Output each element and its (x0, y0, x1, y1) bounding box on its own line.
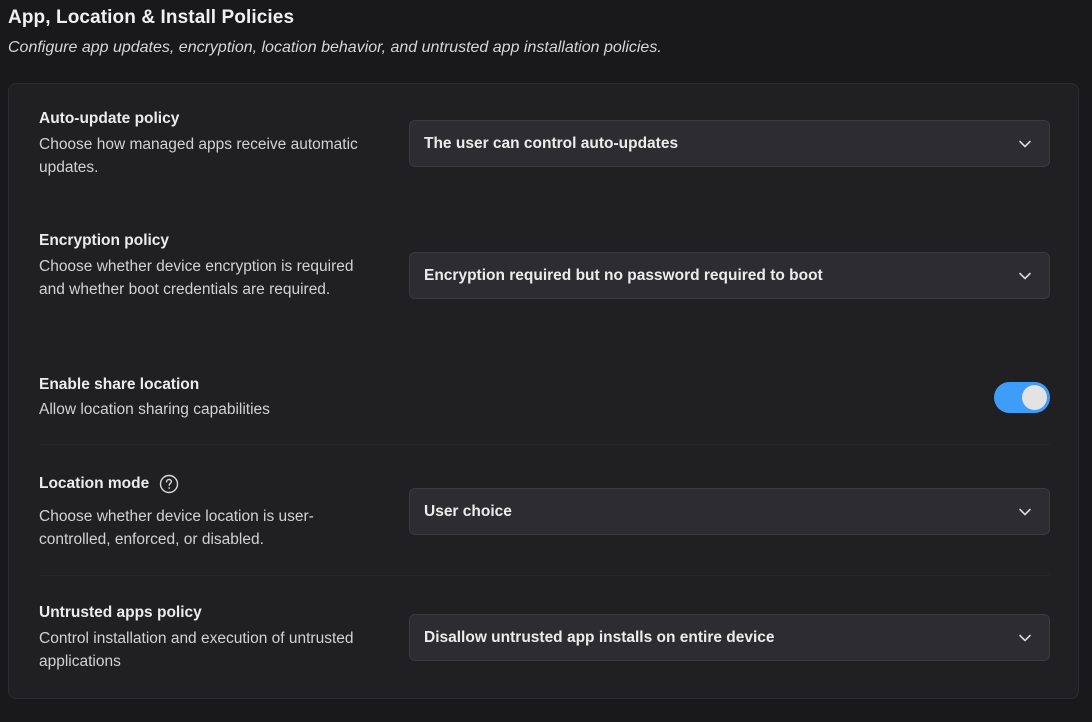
share-location-toggle[interactable] (994, 382, 1050, 413)
page-title: App, Location & Install Policies (8, 7, 295, 28)
chevron-down-icon (1018, 631, 1032, 645)
encryption-policy-row: Encryption policy Choose whether device … (39, 230, 1050, 320)
untrusted-apps-policy-value: Disallow untrusted app installs on entir… (424, 628, 775, 646)
auto-update-policy-select[interactable]: The user can control auto-updates (409, 120, 1050, 167)
encryption-policy-select[interactable]: Encryption required but no password requ… (409, 252, 1050, 299)
untrusted-apps-policy-select[interactable]: Disallow untrusted app installs on entir… (409, 614, 1050, 661)
divider (39, 444, 1050, 445)
encryption-policy-description: Choose whether device encryption is requ… (39, 258, 354, 298)
untrusted-apps-policy-title: Untrusted apps policy (39, 604, 202, 621)
divider (39, 575, 1050, 576)
auto-update-policy-row: Auto-update policy Choose how managed ap… (39, 108, 1050, 178)
encryption-policy-value: Encryption required but no password requ… (424, 266, 823, 284)
chevron-down-icon (1018, 137, 1032, 151)
encryption-policy-title: Encryption policy (39, 232, 170, 249)
page-subtitle: Configure app updates, encryption, locat… (8, 39, 662, 56)
toggle-knob (1022, 385, 1047, 410)
share-location-description: Allow location sharing capabilities (39, 401, 270, 418)
question-circle-icon[interactable] (159, 474, 179, 494)
auto-update-policy-title: Auto-update policy (39, 110, 180, 127)
location-mode-description: Choose whether device location is user-c… (39, 508, 314, 548)
location-mode-value: User choice (424, 502, 512, 520)
location-mode-select[interactable]: User choice (409, 488, 1050, 535)
chevron-down-icon (1018, 269, 1032, 283)
policies-card: Auto-update policy Choose how managed ap… (8, 83, 1079, 699)
auto-update-policy-description: Choose how managed apps receive automati… (39, 136, 358, 176)
untrusted-apps-policy-row: Untrusted apps policy Control installati… (39, 602, 1050, 672)
location-mode-title: Location mode (39, 475, 150, 492)
location-mode-title-wrap: Location mode (39, 474, 179, 494)
chevron-down-icon (1018, 505, 1032, 519)
location-mode-row: Location mode Choose whether device loca… (39, 474, 1050, 554)
share-location-title: Enable share location (39, 376, 200, 393)
share-location-row: Enable share location Allow location sha… (39, 374, 1050, 424)
untrusted-apps-policy-description: Control installation and execution of un… (39, 630, 354, 670)
auto-update-policy-value: The user can control auto-updates (424, 134, 679, 152)
